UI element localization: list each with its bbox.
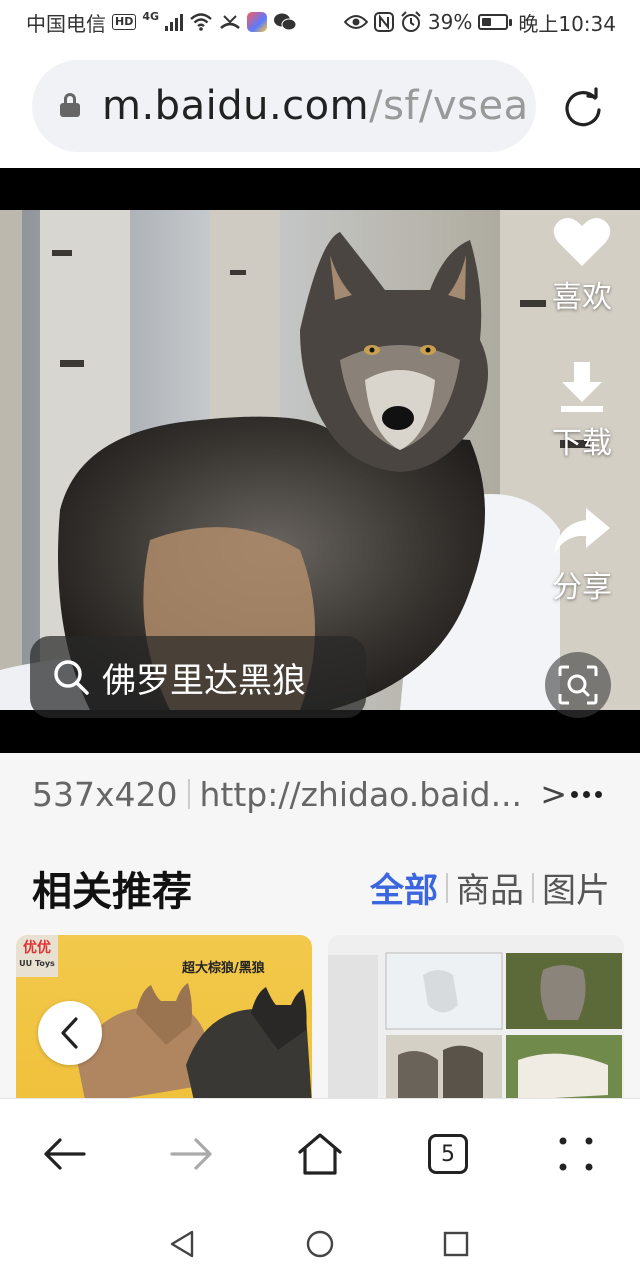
home-icon[interactable] — [295, 1129, 345, 1179]
network-type: 4G — [142, 9, 160, 23]
image-search-query-button[interactable]: 佛罗里达黑狼 — [30, 636, 366, 718]
search-icon — [54, 660, 89, 695]
wifi-icon — [190, 13, 212, 31]
lock-icon — [60, 93, 80, 119]
related-cards: 优优 UU Toys 超大棕狼/黑狼 — [0, 935, 640, 1100]
battery-percent: 39% — [427, 10, 473, 34]
browser-toolbar: 5 — [0, 1098, 640, 1208]
system-nav-bar — [0, 1208, 640, 1280]
status-right: 39% 晚上10:34 — [343, 8, 616, 37]
tab-images[interactable]: 图片 — [542, 863, 610, 912]
share-label: 分享 — [552, 570, 612, 605]
nav-back-icon[interactable] — [164, 1226, 200, 1262]
share-button[interactable]: 分享 — [540, 504, 624, 606]
app-notification-icon — [247, 12, 268, 32]
back-arrow-icon[interactable] — [39, 1129, 89, 1179]
tabs-icon[interactable]: 5 — [423, 1129, 473, 1179]
hd-badge: HD — [112, 14, 137, 30]
download-icon — [561, 362, 603, 412]
forward-arrow-icon[interactable] — [167, 1129, 217, 1179]
url-text[interactable]: m.baidu.com/sf/vsea — [102, 83, 529, 129]
share-icon — [554, 508, 610, 554]
divider — [187, 779, 190, 809]
chevron-right-icon[interactable]: > — [540, 775, 567, 813]
source-url[interactable]: http://zhidao.baid... — [200, 775, 533, 814]
download-label: 下载 — [552, 426, 612, 461]
divider — [446, 872, 448, 903]
tab-all[interactable]: 全部 — [370, 863, 438, 912]
carousel-prev-button[interactable] — [38, 1001, 102, 1065]
signal-icon — [165, 13, 184, 31]
more-options-icon[interactable] — [571, 790, 602, 798]
address-bar[interactable]: m.baidu.com/sf/vsea — [32, 60, 536, 152]
like-button[interactable]: 喜欢 — [540, 216, 624, 316]
wechat-icon — [274, 13, 297, 31]
chevron-left-icon — [61, 1017, 78, 1049]
image-dimensions: 537x420 — [32, 774, 178, 814]
eye-icon — [343, 15, 368, 29]
related-header: 相关推荐 全部 商品 图片 — [0, 835, 640, 935]
battery-icon — [478, 14, 513, 30]
carrier-label: 中国电信 — [26, 11, 106, 36]
menu-icon[interactable] — [551, 1129, 601, 1179]
image-info-row[interactable]: 537x420 http://zhidao.baid... > — [0, 753, 640, 835]
nav-recents-icon[interactable] — [438, 1226, 474, 1262]
status-bar: 中国电信 HD 4G 39% 晚上10:34 — [0, 0, 640, 44]
related-tabs: 全部 商品 图片 — [370, 863, 610, 912]
tab-products[interactable]: 商品 — [456, 863, 524, 912]
missed-call-icon — [220, 15, 240, 30]
tab-count: 5 — [428, 1134, 468, 1174]
clock: 晚上10:34 — [518, 11, 616, 36]
wolf-collage-image — [328, 935, 624, 1100]
heart-icon — [553, 217, 611, 266]
related-card-toy[interactable]: 优优 UU Toys 超大棕狼/黑狼 — [16, 935, 312, 1100]
related-card-collage[interactable] — [328, 935, 624, 1100]
related-title: 相关推荐 — [32, 869, 192, 915]
reload-icon[interactable] — [562, 86, 604, 128]
url-host: m.baidu.com — [102, 83, 370, 129]
nav-home-icon[interactable] — [302, 1226, 338, 1262]
url-path: /sf/vsea — [369, 83, 529, 129]
divider — [532, 872, 534, 903]
alarm-icon — [401, 11, 421, 32]
like-label: 喜欢 — [552, 280, 612, 315]
nfc-icon — [373, 12, 394, 32]
search-query-text: 佛罗里达黑狼 — [102, 660, 306, 701]
status-left: 中国电信 HD 4G — [26, 8, 297, 37]
image-viewer[interactable]: 喜欢 下载 分享 佛罗里达黑狼 — [0, 168, 640, 753]
download-button[interactable]: 下载 — [540, 360, 624, 462]
image-search-icon[interactable] — [545, 652, 611, 718]
